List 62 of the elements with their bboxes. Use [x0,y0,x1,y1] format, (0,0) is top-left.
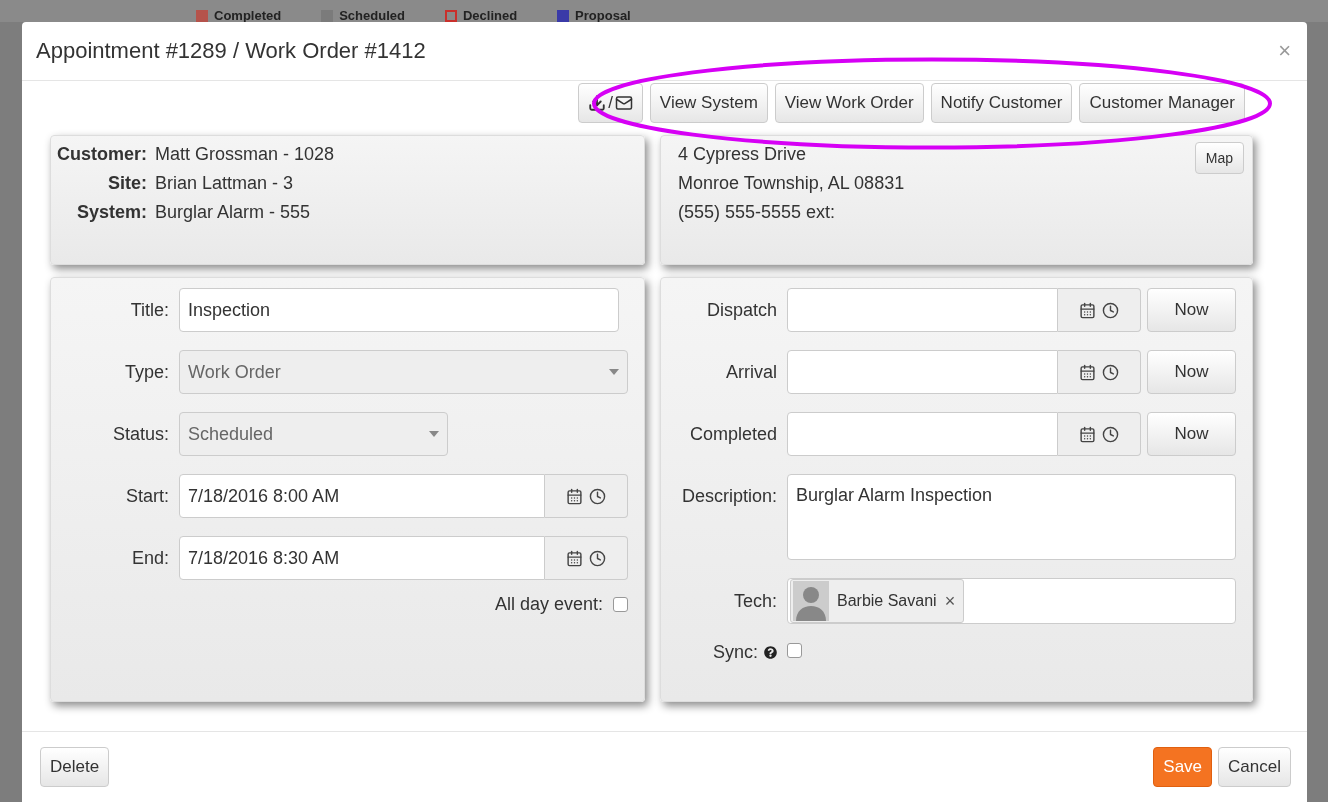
tech-field[interactable]: Barbie Savani × [787,578,1236,624]
field-label: Dispatch [705,299,777,321]
tech-name: Barbie Savani [837,592,937,610]
help-icon[interactable] [764,646,777,659]
field-label: End: [130,547,169,569]
clock-icon[interactable] [1102,425,1119,443]
calendar-icon[interactable] [1079,425,1096,443]
field-label: Description: [680,486,777,507]
info-value: Brian Lattman - 3 [155,173,295,194]
now-button[interactable]: Now [1147,288,1236,332]
delete-button[interactable]: Delete [40,747,110,787]
field-label: Arrival [725,361,777,383]
field-label: Status: [111,423,169,445]
time-input[interactable] [787,350,1058,394]
now-button[interactable]: Now [1147,350,1236,394]
date-input[interactable]: 7/18/2016 8:30 AM [179,536,545,580]
field-label: Start: [125,485,169,507]
description-textarea[interactable]: Burglar Alarm Inspection [787,474,1236,560]
avatar-icon [793,581,829,621]
toolbar-button[interactable]: Customer Manager [1079,83,1245,123]
toolbar-button[interactable]: View Work Order [774,83,924,123]
tech-chip[interactable]: Barbie Savani × [790,579,965,623]
address-line: Monroe Township, AL 08831 [678,173,905,194]
cancel-button[interactable]: Cancel [1218,747,1291,787]
calendar-icon[interactable] [566,549,583,567]
field-label: Type: [123,361,169,383]
legend-label: Proposal [575,10,631,22]
legend-label: Declined [462,10,518,22]
toolbar-button[interactable]: Notify Customer [930,83,1073,123]
field-label: Title: [129,299,169,321]
info-value: Burglar Alarm - 555 [155,202,312,223]
time-input[interactable] [787,288,1058,332]
checkbox[interactable] [613,597,628,612]
toolbar-button[interactable]: View System [649,83,768,123]
mail-icon [614,94,633,112]
field-label: Tech: [732,590,777,612]
date-input[interactable]: 7/18/2016 8:00 AM [179,474,545,518]
address-line: 4 Cypress Drive [678,144,807,165]
checkbox[interactable] [787,643,802,658]
map-button[interactable]: Map [1194,142,1244,174]
now-button[interactable]: Now [1147,412,1236,456]
info-label: Customer: [57,144,147,165]
info-value: Matt Grossman - 1028 [155,144,336,165]
clock-icon[interactable] [1102,301,1119,319]
calendar-icon[interactable] [1079,363,1096,381]
dialog-title: Appointment #1289 / Work Order #1412 [36,38,426,64]
title-input[interactable]: Inspection [179,288,619,332]
clock-icon[interactable] [589,487,606,505]
clock-icon[interactable] [1102,363,1119,381]
remove-button[interactable]: × [944,590,956,612]
field-label: Completed [688,423,777,445]
calendar-icon[interactable] [1079,301,1096,319]
clock-icon[interactable] [589,549,606,567]
field-label: Sync: [712,642,758,663]
legend-label: Scheduled [339,10,405,22]
info-label: System: [76,202,147,223]
legend-label: Completed [214,10,282,22]
time-input[interactable] [787,412,1058,456]
field-label: All day event: [494,594,603,615]
calendar-icon[interactable] [566,487,583,505]
info-label: Site: [107,173,147,194]
address-line: (555) 555-5555 ext: [678,202,836,223]
